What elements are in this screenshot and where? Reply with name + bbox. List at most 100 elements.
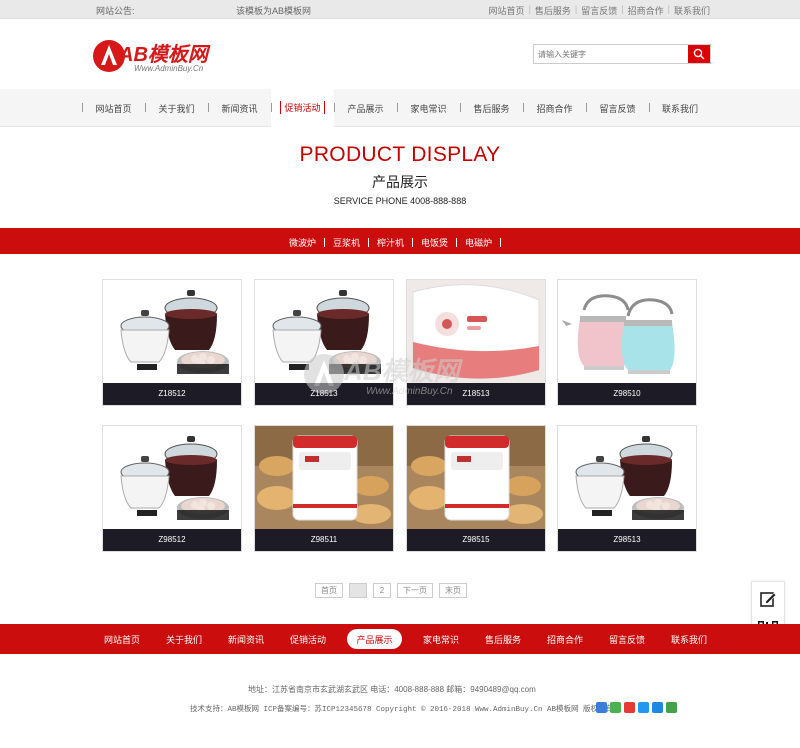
notice-text[interactable]: 该模板为AB模板网 [236,4,311,17]
nav-item-1[interactable]: 关于我们 [145,89,208,127]
nav-item-label: 联系我们 [661,103,698,114]
footer-nav-item-3[interactable]: 促销活动 [277,629,339,649]
footer: 地址：江苏省南京市玄武湖玄武区 电话：4008-888-888 邮箱：94904… [0,654,800,748]
product-caption[interactable]: Z98515 [407,529,545,551]
product-image[interactable] [255,280,393,384]
edit-icon[interactable] [759,590,777,610]
nav-separator [460,103,461,112]
nav-item-8[interactable]: 留言反馈 [586,89,649,127]
product-card[interactable]: Z18513 [406,279,546,406]
category-label: 微波炉 [289,238,317,248]
page-title-cn: 产品展示 [372,174,428,190]
share-icons [596,702,677,713]
footer-nav-item-7[interactable]: 招商合作 [534,629,596,649]
main-nav: 网站首页 关于我们 新闻资讯 促销活动 产品展示 家电常识 售后服务 招商合作 留言反馈 联系我们 [0,89,800,127]
share-qzone-icon[interactable] [596,702,607,713]
nav-separator [397,103,398,112]
footer-nav-item-1[interactable]: 关于我们 [153,629,215,649]
share-tencent-icon[interactable] [638,702,649,713]
top-link-feedback[interactable]: 留言反馈 [581,4,617,17]
page-last[interactable]: 末页 [439,583,467,598]
top-link-service[interactable]: 售后服务 [535,4,571,17]
footer-nav-item-8[interactable]: 留言反馈 [596,629,658,649]
footer-address: 地址：江苏省南京市玄武湖玄武区 电话：4008-888-888 邮箱：94904… [248,685,536,694]
search-box [533,44,711,64]
product-caption[interactable]: Z98512 [103,529,241,551]
nav-item-label: 网站首页 [95,103,132,114]
nav-item-3[interactable]: 促销活动 [271,89,334,127]
logo-main-text: AB模板网 [118,43,211,66]
product-image[interactable] [407,280,545,384]
footer-nav: 网站首页 关于我们 新闻资讯 促销活动 产品展示 家电常识 售后服务 招商合作 留言反馈 联系我们 [0,624,800,654]
share-weibo-icon[interactable] [624,702,635,713]
nav-item-0[interactable]: 网站首页 [82,89,145,127]
product-card[interactable]: Z98511 [254,425,394,552]
share-more-icon[interactable] [666,702,677,713]
share-renren-icon[interactable] [652,702,663,713]
category-separator [456,238,458,247]
category-item[interactable]: 豆浆机 [333,236,377,249]
product-caption[interactable]: Z98513 [558,529,696,551]
nav-item-7[interactable]: 招商合作 [523,89,586,127]
product-caption[interactable]: Z98510 [558,383,696,405]
page-first[interactable]: 首页 [315,583,343,598]
product-image[interactable] [558,280,696,384]
product-card[interactable]: Z98515 [406,425,546,552]
nav-item-5[interactable]: 家电常识 [397,89,460,127]
top-link-contact[interactable]: 联系我们 [674,4,710,17]
site-logo[interactable]: AB模板网 Www.AdminBuy.Cn [92,37,232,75]
category-bar: 微波炉 豆浆机 榨汁机 电饭煲 电磁炉 [0,228,800,254]
nav-separator [82,103,83,112]
footer-nav-item-6[interactable]: 售后服务 [472,629,534,649]
nav-item-4[interactable]: 产品展示 [334,89,397,127]
top-link-business[interactable]: 招商合作 [628,4,664,17]
nav-item-label: 产品展示 [347,103,384,114]
product-image[interactable] [407,426,545,530]
share-wechat-icon[interactable] [610,702,621,713]
top-bar: 网站公告: 该模板为AB模板网 网站首页 | 售后服务 | 留言反馈 | 招商合作 | … [0,0,800,19]
product-card[interactable]: Z98513 [557,425,697,552]
category-item[interactable]: 电饭煲 [421,236,465,249]
footer-nav-item-4[interactable]: 产品展示 [347,629,402,649]
category-item[interactable]: 榨汁机 [377,236,421,249]
notice-label: 网站公告: [96,6,135,16]
footer-nav-item-0[interactable]: 网站首页 [91,629,153,649]
nav-item-6[interactable]: 售后服务 [460,89,523,127]
nav-item-label: 家电常识 [410,103,447,114]
nav-item-label: 新闻资讯 [221,103,258,114]
header: AB模板网 Www.AdminBuy.Cn [0,19,800,89]
nav-separator [586,103,587,112]
section-title: PRODUCT DISPLAY 产品展示 SERVICE PHONE 4008-… [0,127,800,228]
category-item[interactable]: 微波炉 [289,236,333,249]
nav-item-label: 招商合作 [536,103,573,114]
product-caption[interactable]: Z98511 [255,529,393,551]
nav-item-2[interactable]: 新闻资讯 [208,89,271,127]
search-input[interactable] [534,45,688,63]
page-next[interactable]: 下一页 [397,583,433,598]
product-card[interactable]: Z18512 [102,279,242,406]
category-item[interactable]: 电磁炉 [465,236,509,249]
nav-item-label: 留言反馈 [599,103,636,114]
page-2[interactable]: 2 [373,583,391,598]
product-card[interactable]: Z98510 [557,279,697,406]
product-caption[interactable]: Z18512 [103,383,241,405]
page-1[interactable] [349,583,367,598]
product-image[interactable] [103,280,241,384]
category-label: 豆浆机 [333,238,361,248]
footer-nav-item-5[interactable]: 家电常识 [410,629,472,649]
top-link-home[interactable]: 网站首页 [489,4,525,17]
product-card[interactable]: Z98512 [102,425,242,552]
footer-nav-item-9[interactable]: 联系我们 [658,629,720,649]
product-image[interactable] [103,426,241,530]
product-image[interactable] [255,426,393,530]
nav-item-9[interactable]: 联系我们 [649,89,711,127]
category-label: 电磁炉 [465,238,493,248]
product-caption[interactable]: Z18513 [255,383,393,405]
category-label: 电饭煲 [421,238,449,248]
product-image[interactable] [558,426,696,530]
search-button[interactable] [688,45,710,63]
footer-nav-item-2[interactable]: 新闻资讯 [215,629,277,649]
nav-item-label: 售后服务 [473,103,510,114]
product-caption[interactable]: Z18513 [407,383,545,405]
product-card[interactable]: Z18513 [254,279,394,406]
